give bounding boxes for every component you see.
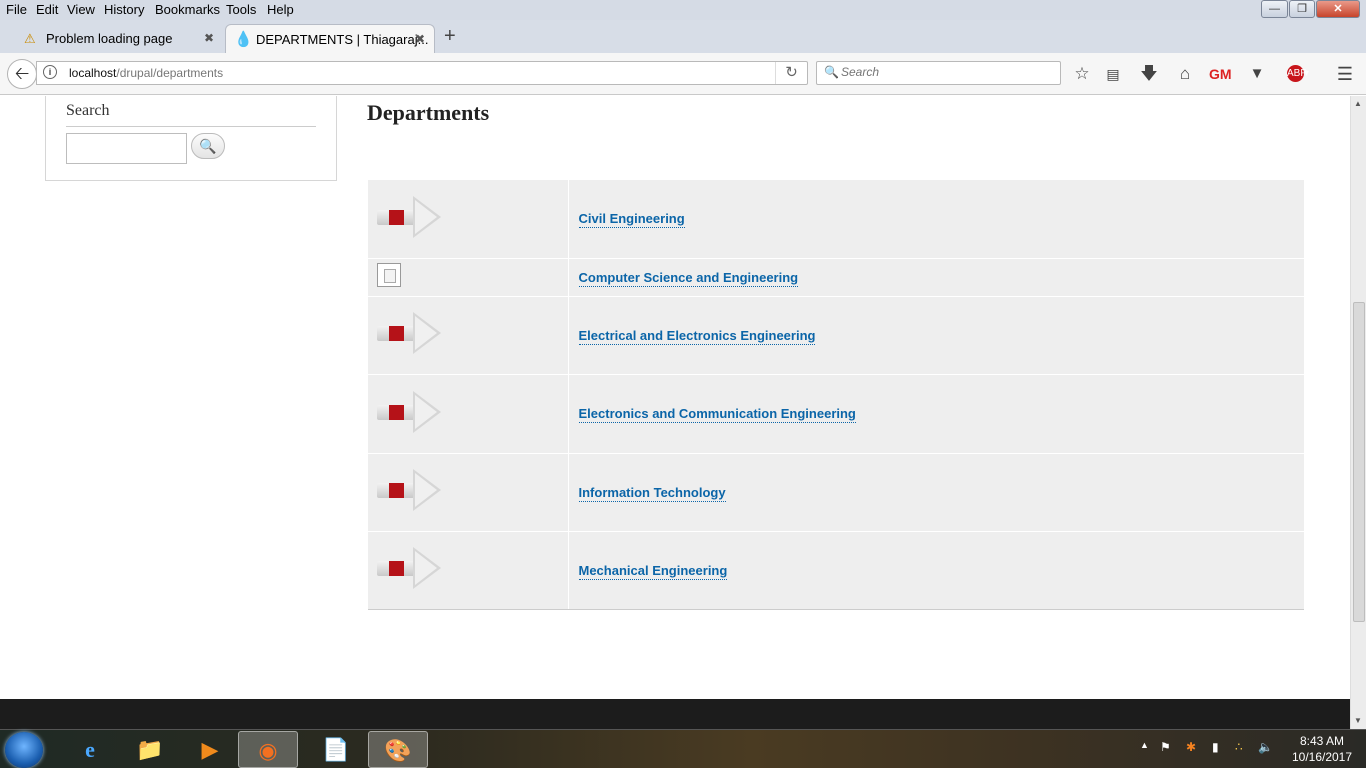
clock-date: 10/16/2017 bbox=[1291, 750, 1353, 764]
close-window-button[interactable]: ✕ bbox=[1316, 0, 1360, 18]
scroll-up-icon[interactable]: ▲ bbox=[1354, 99, 1362, 108]
department-link-mech[interactable]: Mechanical Engineering bbox=[578, 562, 728, 580]
browser-search-input[interactable] bbox=[841, 65, 1051, 79]
back-button[interactable]: 🡠 bbox=[7, 59, 37, 89]
media-player-icon[interactable]: ▶ bbox=[180, 731, 240, 768]
arrow-image bbox=[377, 469, 441, 511]
menu-bar: File Edit View History Bookmarks Tools H… bbox=[0, 0, 1366, 20]
drupal-icon: 💧 bbox=[234, 31, 253, 48]
windows-start-button[interactable] bbox=[5, 732, 43, 768]
avast-icon[interactable]: ✱ bbox=[1186, 740, 1196, 754]
department-image-cell bbox=[368, 258, 569, 297]
table-row: Computer Science and Engineering bbox=[368, 258, 1304, 297]
firefox-taskbar-icon[interactable]: ◉ bbox=[238, 731, 298, 768]
internet-explorer-icon[interactable]: e bbox=[60, 731, 120, 768]
taskbar-clock[interactable]: 8:43 AM 10/16/2017 bbox=[1282, 733, 1362, 765]
new-tab-button[interactable]: + bbox=[444, 25, 456, 48]
reading-list-icon[interactable]: ▤ bbox=[1102, 63, 1124, 85]
table-row: Electrical and Electronics Engineering bbox=[368, 296, 1304, 375]
sidebar-search-block: Search 🔍 bbox=[45, 96, 337, 181]
bookmark-star-icon[interactable]: ☆ bbox=[1071, 63, 1093, 85]
table-row: Electronics and Communication Engineerin… bbox=[368, 374, 1304, 454]
scrollbar-thumb[interactable] bbox=[1353, 302, 1365, 622]
navigation-bar: 🡠 i localhost/drupal/departments ↻ 🔍 ☆ ▤… bbox=[0, 53, 1366, 95]
warning-icon: ⚠ bbox=[24, 31, 36, 46]
search-bar[interactable]: 🔍 bbox=[816, 61, 1061, 85]
arrow-image bbox=[377, 195, 441, 238]
gm-extension-icon[interactable]: GM bbox=[1209, 63, 1232, 85]
tab-departments[interactable]: 💧 DEPARTMENTS | Thiagaraj... ✖ bbox=[225, 24, 435, 53]
show-hidden-icons[interactable]: ▲ bbox=[1140, 740, 1149, 750]
search-icon: 🔍 bbox=[824, 65, 839, 79]
department-name-cell: Civil Engineering bbox=[568, 180, 1304, 259]
site-search-submit-button[interactable]: 🔍 bbox=[191, 133, 225, 159]
info-icon[interactable]: i bbox=[43, 65, 57, 79]
arrow-image bbox=[377, 390, 441, 433]
url-text[interactable]: localhost/drupal/departments bbox=[69, 66, 223, 80]
department-image-cell bbox=[368, 296, 569, 375]
sidebar-search-title: Search bbox=[66, 102, 316, 127]
paint-taskbar-icon[interactable]: 🎨 bbox=[368, 731, 428, 768]
arrow-image bbox=[377, 312, 441, 354]
department-image-cell bbox=[368, 374, 569, 454]
department-name-cell: Mechanical Engineering bbox=[568, 531, 1304, 610]
table-row: Civil Engineering bbox=[368, 180, 1304, 259]
department-name-cell: Information Technology bbox=[568, 453, 1304, 532]
department-image-cell bbox=[368, 453, 569, 532]
home-icon[interactable]: ⌂ bbox=[1174, 63, 1196, 85]
department-link-it[interactable]: Information Technology bbox=[578, 484, 726, 502]
broken-image-icon bbox=[377, 263, 401, 287]
adblock-icon[interactable]: ABP▾ bbox=[1282, 63, 1314, 85]
maximize-button[interactable]: ❐ bbox=[1289, 0, 1315, 18]
arrow-image bbox=[377, 547, 441, 589]
menu-tools[interactable]: Tools bbox=[226, 2, 256, 17]
scroll-down-icon[interactable]: ▼ bbox=[1354, 716, 1362, 725]
search-icon: 🔍 bbox=[199, 138, 217, 154]
page-title: Departments bbox=[367, 100, 490, 125]
department-link-ece[interactable]: Electronics and Communication Engineerin… bbox=[578, 406, 856, 423]
tab-strip: ⚠ Problem loading page ✖ 💧 DEPARTMENTS |… bbox=[0, 20, 1366, 53]
department-image-cell bbox=[368, 531, 569, 610]
close-tab-icon[interactable]: ✖ bbox=[415, 25, 425, 54]
table-row: Mechanical Engineering bbox=[368, 531, 1304, 610]
department-link-civil[interactable]: Civil Engineering bbox=[578, 211, 685, 229]
department-name-cell: Electronics and Communication Engineerin… bbox=[568, 374, 1304, 454]
pocket-icon[interactable]: ▼ bbox=[1246, 63, 1268, 85]
page-content: Search 🔍 Departments Civil Engineering C… bbox=[0, 96, 1350, 699]
vertical-scrollbar[interactable]: ▲ ▼ bbox=[1350, 96, 1366, 729]
site-search-input[interactable] bbox=[66, 133, 187, 164]
tab-problem-loading[interactable]: ⚠ Problem loading page ✖ bbox=[18, 24, 224, 53]
departments-table: Civil Engineering Computer Science and E… bbox=[368, 180, 1304, 610]
menu-edit[interactable]: Edit bbox=[36, 2, 58, 17]
close-tab-icon[interactable]: ✖ bbox=[204, 24, 214, 53]
table-row: Information Technology bbox=[368, 453, 1304, 532]
tab-title: DEPARTMENTS | Thiagaraj... bbox=[256, 32, 429, 47]
downloads-icon[interactable]: 🡇 bbox=[1138, 63, 1160, 85]
department-image-cell bbox=[368, 180, 569, 259]
menu-view[interactable]: View bbox=[67, 2, 95, 17]
department-link-cse[interactable]: Computer Science and Engineering bbox=[578, 269, 799, 287]
department-link-eee[interactable]: Electrical and Electronics Engineering bbox=[578, 327, 816, 345]
menu-help[interactable]: Help bbox=[267, 2, 294, 17]
menu-history[interactable]: History bbox=[104, 2, 144, 17]
minimize-button[interactable]: — bbox=[1261, 0, 1288, 18]
department-name-cell: Computer Science and Engineering bbox=[568, 258, 1304, 297]
menu-bookmarks[interactable]: Bookmarks bbox=[155, 2, 220, 17]
tab-title: Problem loading page bbox=[46, 31, 173, 46]
department-name-cell: Electrical and Electronics Engineering bbox=[568, 296, 1304, 375]
windows-taskbar: e 📁 ▶ ◉ 📄 🎨 ▲ ⚑ ✱ ▮ ∴ 🔈 8:43 AM 10/16/20… bbox=[0, 729, 1366, 768]
menu-file[interactable]: File bbox=[6, 2, 27, 17]
hamburger-menu-icon[interactable]: ☰ bbox=[1334, 63, 1356, 85]
action-center-flag-icon[interactable]: ⚑ bbox=[1160, 740, 1171, 754]
page-footer bbox=[0, 699, 1350, 729]
file-explorer-icon[interactable]: 📁 bbox=[120, 731, 180, 768]
notepad-taskbar-icon[interactable]: 📄 bbox=[306, 731, 366, 768]
network-icon[interactable]: ∴ bbox=[1235, 740, 1243, 754]
battery-icon[interactable]: ▮ bbox=[1212, 740, 1219, 754]
reload-icon[interactable]: ↻ bbox=[775, 62, 807, 84]
clock-time: 8:43 AM bbox=[1299, 734, 1345, 748]
volume-icon[interactable]: 🔈 bbox=[1258, 740, 1273, 754]
url-bar[interactable]: i localhost/drupal/departments ↻ bbox=[36, 61, 808, 85]
